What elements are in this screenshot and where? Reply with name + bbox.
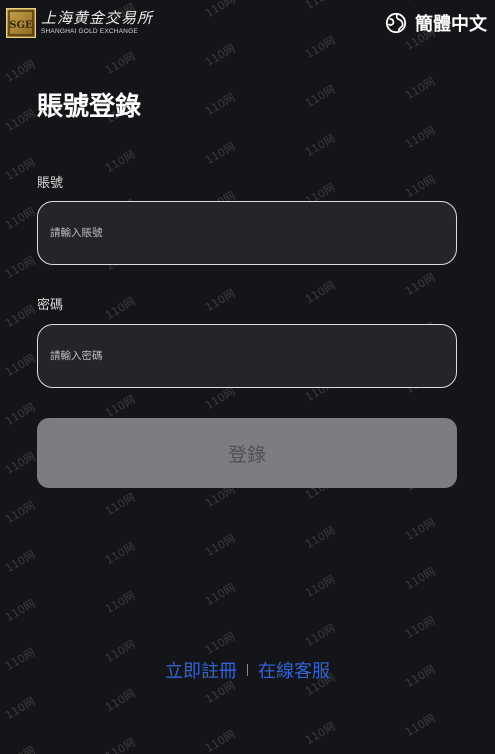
watermark-text: 110网 — [303, 131, 338, 160]
globe-icon — [385, 12, 407, 34]
footer-divider — [247, 664, 248, 676]
watermark-text: 110网 — [2, 742, 38, 754]
logo-emblem-icon: SGE — [8, 10, 34, 36]
watermark-text: 110网 — [3, 400, 38, 429]
footer-links: 立即註冊 在線客服 — [0, 657, 495, 683]
password-label: 密碼 — [37, 298, 64, 313]
watermark-text: 110网 — [3, 302, 38, 331]
watermark-text: 110网 — [203, 531, 238, 560]
page-title: 賬號登錄 — [37, 92, 142, 122]
watermark-text: 110网 — [103, 49, 138, 78]
watermark-text: 110网 — [3, 204, 38, 233]
watermark-text: 110网 — [303, 572, 338, 601]
watermark-text: 110网 — [303, 82, 338, 111]
watermark-text: 110网 — [3, 351, 38, 380]
language-label: 簡體中文 — [415, 14, 487, 35]
watermark-text: 110网 — [103, 147, 138, 176]
watermark-text: 110网 — [3, 449, 38, 478]
watermark-text: 110网 — [403, 172, 438, 201]
watermark-text: 110网 — [3, 155, 38, 184]
account-input[interactable] — [38, 202, 456, 264]
account-field-box — [37, 201, 457, 265]
watermark-text: 110网 — [203, 90, 238, 119]
watermark-text: 110网 — [103, 294, 138, 323]
watermark-text: 110网 — [103, 490, 138, 519]
watermark-text: 110网 — [203, 286, 238, 315]
watermark-text: 110网 — [103, 539, 138, 568]
watermark-text: 110网 — [3, 547, 38, 576]
logo: SGE 上海黄金交易所 SHANGHAI GOLD EXCHANGE — [6, 6, 153, 40]
watermark-text: 110网 — [103, 735, 138, 754]
watermark-text: 110网 — [3, 253, 38, 282]
watermark-text: 110网 — [403, 74, 438, 103]
watermark-text: 110网 — [303, 278, 338, 307]
logo-english-name: SHANGHAI GOLD EXCHANGE — [41, 27, 138, 35]
login-button[interactable]: 登錄 — [37, 418, 457, 488]
watermark-text: 110网 — [303, 719, 338, 748]
watermark-text: 110网 — [303, 523, 338, 552]
watermark-text: 110网 — [103, 392, 138, 421]
watermark-text: 110网 — [403, 515, 438, 544]
watermark-text: 110网 — [103, 588, 138, 617]
watermark-text: 110网 — [403, 564, 438, 593]
password-input[interactable] — [38, 325, 456, 387]
watermark-text: 110网 — [3, 694, 38, 723]
header: SGE 上海黄金交易所 SHANGHAI GOLD EXCHANGE 簡體中文 — [0, 0, 495, 46]
watermark-text: 110网 — [403, 270, 438, 299]
watermark-text: 110网 — [203, 580, 238, 609]
watermark-text: 110网 — [3, 57, 38, 86]
watermark-text: 110网 — [403, 123, 438, 152]
logo-chinese-name: 上海黄金交易所 — [41, 8, 154, 27]
watermark-text: 110网 — [3, 106, 38, 135]
customer-service-link[interactable]: 在線客服 — [258, 657, 330, 683]
watermark-text: 110网 — [3, 498, 38, 527]
watermark-text: 110网 — [403, 711, 438, 740]
watermark-text: 110网 — [303, 621, 338, 650]
language-switcher[interactable]: 簡體中文 — [385, 10, 487, 36]
watermark-text: 110网 — [403, 613, 438, 642]
watermark-text: 110网 — [203, 727, 238, 754]
svg-text:SGE: SGE — [9, 20, 33, 31]
logo-text: 上海黄金交易所 SHANGHAI GOLD EXCHANGE — [41, 8, 154, 36]
register-link[interactable]: 立即註冊 — [165, 657, 237, 683]
logo-mark: SGE — [6, 8, 36, 38]
watermark-text: 110网 — [203, 629, 238, 658]
watermark-text: 110网 — [103, 686, 138, 715]
password-field-box — [37, 324, 457, 388]
watermark-text: 110网 — [203, 139, 238, 168]
watermark-text: 110网 — [3, 596, 38, 625]
account-label: 賬號 — [37, 176, 64, 191]
